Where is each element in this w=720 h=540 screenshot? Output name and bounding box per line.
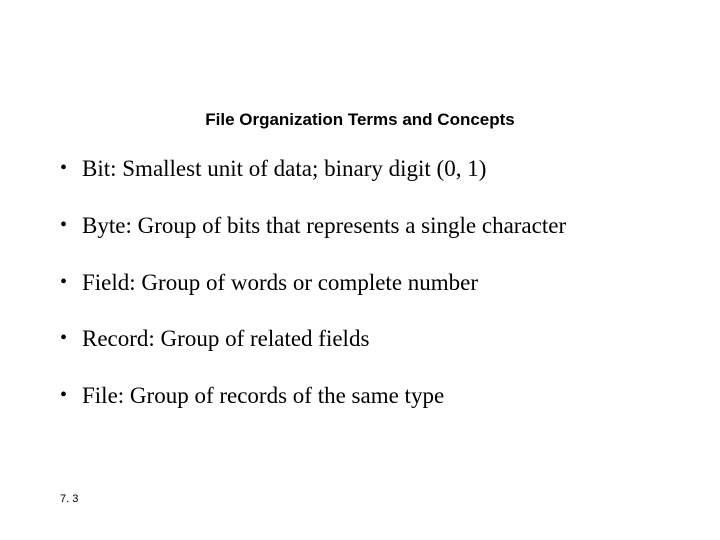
slide: File Organization Terms and Concepts • B… — [0, 0, 720, 540]
list-item: • Record: Group of related fields — [60, 325, 660, 354]
bullet-icon: • — [60, 212, 82, 238]
bullet-text: Bit: Smallest unit of data; binary digit… — [82, 155, 660, 184]
bullet-icon: • — [60, 325, 82, 351]
bullet-text: Field: Group of words or complete number — [82, 269, 660, 298]
list-item: • Field: Group of words or complete numb… — [60, 269, 660, 298]
page-number: 7. 3 — [60, 493, 78, 505]
bullet-text: File: Group of records of the same type — [82, 382, 660, 411]
list-item: • Bit: Smallest unit of data; binary dig… — [60, 155, 660, 184]
list-item: • File: Group of records of the same typ… — [60, 382, 660, 411]
bullet-icon: • — [60, 155, 82, 181]
bullet-list: • Bit: Smallest unit of data; binary dig… — [60, 155, 660, 439]
list-item: • Byte: Group of bits that represents a … — [60, 212, 660, 241]
bullet-icon: • — [60, 382, 82, 408]
slide-title: File Organization Terms and Concepts — [0, 110, 720, 130]
bullet-text: Byte: Group of bits that represents a si… — [82, 212, 660, 241]
bullet-icon: • — [60, 269, 82, 295]
bullet-text: Record: Group of related fields — [82, 325, 660, 354]
